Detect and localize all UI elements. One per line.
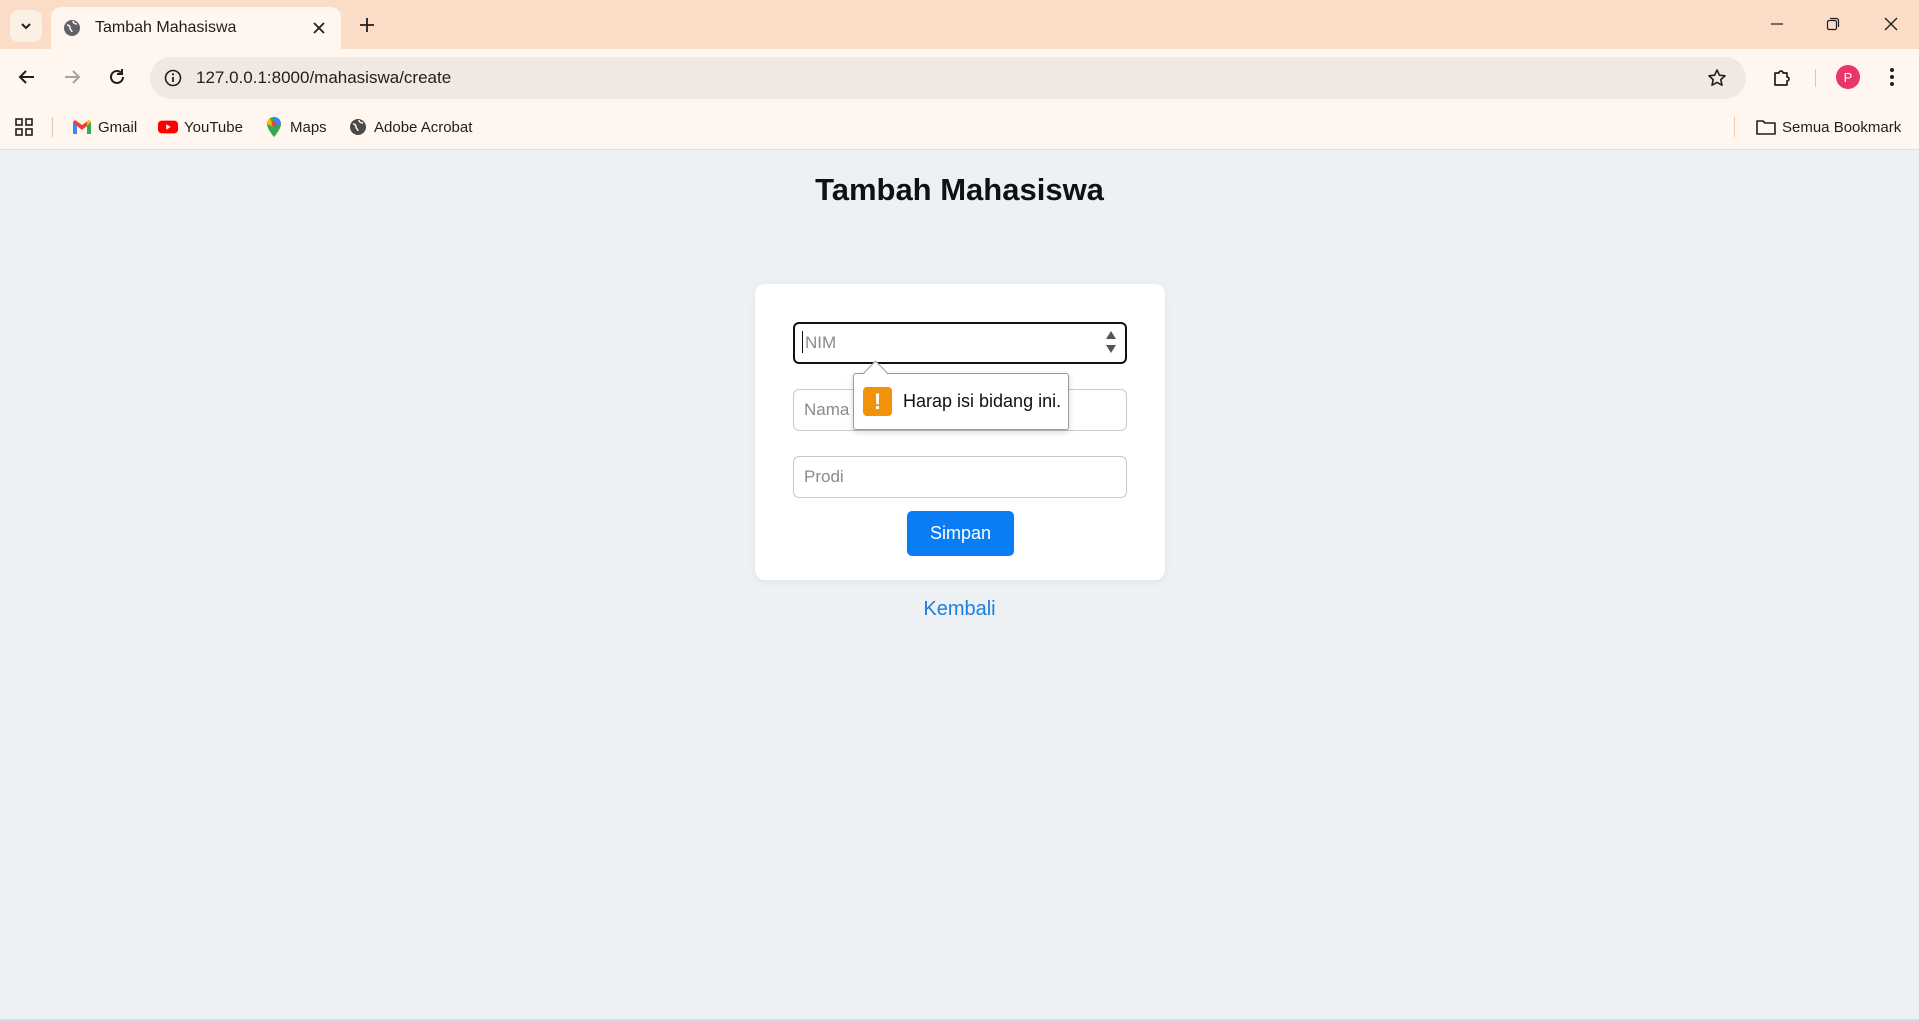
- create-mahasiswa-form: Simpan: [755, 284, 1165, 580]
- all-bookmarks-label: Semua Bookmark: [1782, 118, 1902, 136]
- address-bar[interactable]: 127.0.0.1:8000/mahasiswa/create: [150, 57, 1746, 99]
- arrow-left-icon: [18, 70, 34, 84]
- nim-field-wrapper: [755, 322, 1165, 364]
- bookmark-gmail[interactable]: Gmail: [72, 113, 137, 141]
- globe-icon: [63, 19, 81, 37]
- bookmarks-bar: Gmail YouTube Maps Adobe Acrobat Semua B…: [0, 105, 1919, 150]
- spin-down-icon: [1106, 345, 1116, 353]
- minimize-button[interactable]: [1750, 6, 1804, 42]
- restore-button[interactable]: [1806, 6, 1860, 42]
- toolbar-divider: [1815, 69, 1816, 87]
- spin-up-icon: [1106, 331, 1116, 339]
- back-button[interactable]: [10, 60, 44, 94]
- info-icon[interactable]: [162, 67, 184, 89]
- extensions-button[interactable]: [1766, 61, 1798, 93]
- close-tab-icon[interactable]: [305, 14, 333, 42]
- bookmark-label: Maps: [290, 118, 327, 136]
- bookmark-maps[interactable]: Maps: [264, 113, 327, 141]
- gmail-icon: [72, 117, 92, 137]
- url-text[interactable]: 127.0.0.1:8000/mahasiswa/create: [196, 68, 1702, 88]
- arrow-right-icon: [65, 70, 81, 84]
- chevron-down-icon: [21, 23, 31, 30]
- reload-button[interactable]: [100, 60, 134, 94]
- back-link-row: Kembali: [0, 598, 1919, 621]
- bookmark-label: Adobe Acrobat: [374, 118, 473, 136]
- folder-icon: [1756, 117, 1776, 137]
- nim-input[interactable]: [793, 322, 1127, 364]
- globe-icon: [348, 117, 368, 137]
- new-tab-button[interactable]: [351, 9, 383, 41]
- number-spinner[interactable]: [1105, 331, 1117, 353]
- avatar[interactable]: P: [1836, 65, 1860, 89]
- forward-button[interactable]: [55, 60, 89, 94]
- browser-menu-button[interactable]: [1876, 61, 1908, 93]
- bookmark-adobe-acrobat[interactable]: Adobe Acrobat: [348, 113, 472, 141]
- all-bookmarks-button[interactable]: Semua Bookmark: [1756, 113, 1901, 141]
- page-title: Tambah Mahasiswa: [815, 172, 1104, 207]
- minimize-icon: [1771, 23, 1783, 25]
- tab-strip: Tambah Mahasiswa: [0, 0, 1919, 49]
- more-vertical-icon: [1890, 68, 1894, 86]
- validation-tooltip: ! Harap isi bidang ini.: [853, 373, 1069, 430]
- simpan-button[interactable]: Simpan: [907, 511, 1014, 556]
- validation-message: Harap isi bidang ini.: [903, 391, 1062, 411]
- bookmarks-divider: [52, 117, 53, 137]
- reload-icon: [110, 69, 124, 84]
- restore-icon: [1826, 17, 1840, 31]
- tab-title: Tambah Mahasiswa: [95, 19, 237, 36]
- tab-search-button[interactable]: [10, 10, 42, 42]
- text-caret: [802, 331, 803, 353]
- kembali-link[interactable]: Kembali: [923, 598, 995, 620]
- close-icon: [1884, 17, 1898, 31]
- close-window-button[interactable]: [1864, 6, 1918, 42]
- apps-grid-icon[interactable]: [12, 115, 36, 139]
- bookmark-youtube[interactable]: YouTube: [158, 113, 243, 141]
- active-tab[interactable]: Tambah Mahasiswa: [51, 7, 341, 49]
- warning-icon: !: [863, 387, 892, 416]
- star-icon[interactable]: [1702, 63, 1732, 93]
- maps-icon: [264, 117, 284, 137]
- youtube-icon: [158, 117, 178, 137]
- bookmark-label: Gmail: [98, 118, 138, 136]
- bookmarks-divider: [1734, 117, 1735, 137]
- puzzle-icon: [1774, 70, 1790, 86]
- browser-toolbar: 127.0.0.1:8000/mahasiswa/create P: [0, 49, 1919, 105]
- bookmark-label: YouTube: [184, 118, 243, 136]
- prodi-input[interactable]: [793, 456, 1127, 498]
- plus-icon: [360, 18, 374, 32]
